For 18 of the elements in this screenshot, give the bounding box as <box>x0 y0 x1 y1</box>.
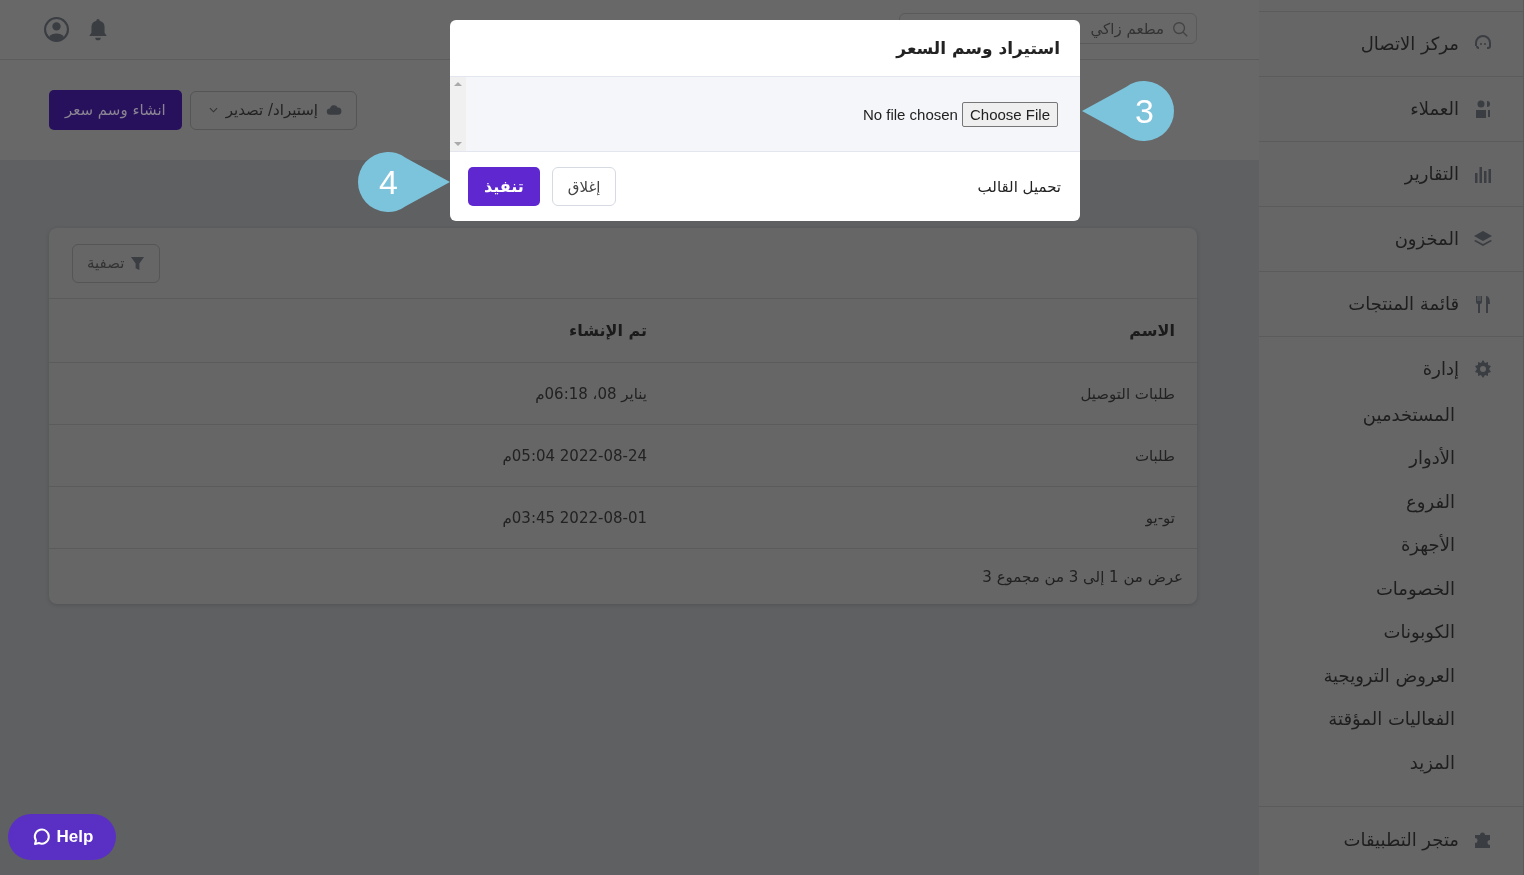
table-cell-text: طلبات <box>1133 446 1175 465</box>
sidebar-item-label: المخزون <box>1394 228 1459 249</box>
file-status: No file chosen <box>862 105 958 123</box>
column-header: تم الإنشاء <box>568 321 647 340</box>
sidebar-item-label: التقارير <box>1404 163 1459 184</box>
sidebar-item-label: إدارة <box>1422 358 1459 379</box>
table-cell-text: يناير 08، 06:18م <box>534 384 647 403</box>
table-cell-text: طلبات التوصيل <box>1079 384 1175 403</box>
sidebar-item-label: العملاء <box>1410 98 1459 119</box>
dialog-title: استيراد وسم السعر <box>896 38 1060 58</box>
column-header: الاسم <box>1128 321 1175 340</box>
sidebar-item-label: مركز الاتصال <box>1360 33 1459 54</box>
sidebar-item-label: قائمة المنتجات <box>1348 293 1459 314</box>
table-cell-text: تو-يو <box>1144 508 1175 527</box>
table-cell-text: 2022-08-01 03:45م <box>501 508 647 527</box>
table-cell-text: 2022-08-24 05:04م <box>501 446 647 465</box>
sidebar-item-label: متجر التطبيقات <box>1343 828 1459 850</box>
pagination-info: عرض من 1 إلى 3 من مجموع 3 <box>982 567 1183 586</box>
